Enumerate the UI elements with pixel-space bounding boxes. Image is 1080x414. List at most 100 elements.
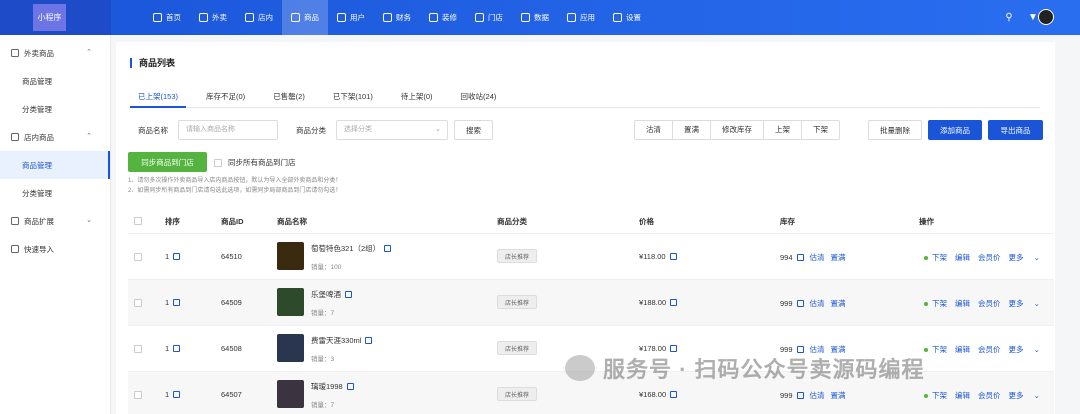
category-tag: 店长推荐 [497, 341, 537, 355]
nav-item-5[interactable]: 财务 [374, 0, 420, 35]
tab-3[interactable]: 已下架(101) [325, 86, 381, 108]
sidebar-item-instore-categories[interactable]: 分类管理 [0, 179, 110, 207]
tab-4[interactable]: 待上架(0) [393, 86, 441, 108]
fill-stock-link[interactable]: 置满 [831, 391, 846, 400]
edit-icon[interactable] [384, 245, 392, 252]
takeout-icon [11, 49, 19, 57]
more-link[interactable]: 更多 ⌄ [1009, 390, 1048, 401]
user-avatar[interactable] [1038, 9, 1054, 25]
edit-icon[interactable] [173, 391, 181, 398]
edit-icon[interactable] [796, 300, 804, 307]
product-name-text: 璃瑷1998 [311, 382, 343, 391]
nav-item-10[interactable]: 设置 [604, 0, 650, 35]
sidebar-group-quick-import[interactable]: 快速导入 [0, 235, 110, 263]
member-price-link[interactable]: 会员价 [978, 390, 1001, 401]
export-product-button[interactable]: 导出商品 [988, 120, 1043, 140]
header-category: 商品分类 [497, 217, 527, 226]
category-select[interactable]: 选择分类 ⌄ [336, 120, 448, 140]
sidebar-group-takeout[interactable]: 外卖商品 ⌃ [0, 39, 110, 67]
fill-stock-link[interactable]: 置满 [831, 299, 846, 308]
unlist-link[interactable]: 下架 [932, 390, 947, 401]
product-name-text: 费雷天涯330ml [311, 336, 362, 345]
nav-item-3[interactable]: 商品 [282, 0, 328, 35]
row-checkbox[interactable] [134, 299, 142, 307]
stock-action-button[interactable]: 修改库存 [711, 121, 764, 139]
edit-icon[interactable] [173, 299, 181, 306]
product-name: 费雷天涯330ml [311, 335, 373, 346]
stock-action-button[interactable]: 上架 [764, 121, 802, 139]
edit-icon[interactable] [796, 392, 804, 399]
search-button[interactable]: 搜索 [454, 120, 493, 140]
edit-icon[interactable] [670, 391, 678, 398]
unlist-link[interactable]: 下架 [932, 298, 947, 309]
stock-action-button[interactable]: 下架 [802, 121, 839, 139]
nav-item-8[interactable]: 数据 [512, 0, 558, 35]
unlist-link[interactable]: 下架 [932, 252, 947, 263]
edit-link[interactable]: 编辑 [955, 390, 970, 401]
row-checkbox[interactable] [134, 253, 142, 261]
tab-0[interactable]: 已上架(153) [130, 86, 187, 108]
more-link[interactable]: 更多 ⌄ [1009, 252, 1048, 263]
add-product-button[interactable]: 添加商品 [928, 120, 982, 140]
sold-out-link[interactable]: 估清 [810, 253, 825, 262]
nav-item-6[interactable]: 装修 [420, 0, 466, 35]
more-link[interactable]: 更多 ⌄ [1009, 344, 1048, 355]
stock-cell: 994 估清 置满 [780, 252, 846, 263]
bell-icon[interactable]: ▼ [1028, 12, 1038, 23]
fill-stock-link[interactable]: 置满 [831, 253, 846, 262]
edit-icon[interactable] [669, 253, 677, 260]
tab-2[interactable]: 已售罄(2) [265, 86, 313, 108]
app-logo[interactable]: 小程序 [33, 4, 66, 31]
edit-icon[interactable] [670, 345, 678, 352]
main-nav: 首页 外卖 店内 商品 用户 财务 装修 门店 数据 应用 设置 [144, 0, 650, 35]
sidebar-item-instore-products[interactable]: 商品管理 [0, 151, 110, 179]
sidebar-item-takeout-categories[interactable]: 分类管理 [0, 95, 110, 123]
sync-all-checkbox[interactable]: 同步所有商品到门店 [214, 157, 296, 168]
sidebar-item-takeout-products[interactable]: 商品管理 [0, 67, 110, 95]
edit-link[interactable]: 编辑 [955, 344, 970, 355]
nav-item-1[interactable]: 外卖 [190, 0, 236, 35]
member-price-link[interactable]: 会员价 [978, 344, 1001, 355]
stock-action-button[interactable]: 沽清 [635, 121, 673, 139]
row-actions: 下架 编辑 会员价 更多 ⌄ [924, 344, 1056, 355]
edit-icon[interactable] [670, 299, 678, 306]
sort-cell: 1 [165, 390, 181, 399]
sold-out-link[interactable]: 估清 [810, 391, 825, 400]
member-price-link[interactable]: 会员价 [978, 252, 1001, 263]
product-name-text: 乐堡啤酒 [311, 290, 341, 299]
nav-item-7[interactable]: 门店 [466, 0, 512, 35]
edit-icon[interactable] [796, 254, 804, 261]
edit-icon[interactable] [365, 337, 373, 344]
sidebar-group-instore[interactable]: 店内商品 ⌃ [0, 123, 110, 151]
unlist-link[interactable]: 下架 [932, 344, 947, 355]
chevron-down-icon: ⌄ [1033, 299, 1040, 308]
batch-delete-button[interactable]: 批量删除 [868, 120, 922, 140]
product-name-input[interactable]: 请输入商品名称 [178, 120, 278, 140]
nav-item-4[interactable]: 用户 [328, 0, 374, 35]
search-icon[interactable]: ⚲ [1004, 12, 1014, 23]
select-all-checkbox[interactable] [134, 217, 142, 225]
edit-icon[interactable] [345, 291, 352, 298]
tab-1[interactable]: 库存不足(0) [198, 86, 253, 108]
sync-to-store-button[interactable]: 同步商品到门店 [128, 152, 207, 172]
checkbox[interactable] [214, 158, 222, 167]
edit-icon[interactable] [173, 253, 181, 260]
edit-link[interactable]: 编辑 [955, 298, 970, 309]
store-icon [11, 133, 19, 141]
row-checkbox[interactable] [134, 391, 142, 399]
tab-5[interactable]: 回收站(24) [453, 86, 505, 108]
nav-item-2[interactable]: 店内 [236, 0, 282, 35]
nav-item-9[interactable]: 应用 [558, 0, 604, 35]
edit-link[interactable]: 编辑 [955, 252, 970, 263]
more-link[interactable]: 更多 ⌄ [1009, 298, 1048, 309]
member-price-link[interactable]: 会员价 [978, 298, 1001, 309]
sidebar-group-extension[interactable]: 商品扩展 ⌄ [0, 207, 110, 235]
product-thumbnail [277, 334, 304, 362]
edit-icon[interactable] [346, 383, 354, 390]
sold-out-link[interactable]: 估清 [810, 299, 825, 308]
row-checkbox[interactable] [134, 345, 142, 353]
table-row: 1 64510 萄萄特色321（2组） 销量：100 店长推荐 ¥118.00 994 估清置… [128, 234, 1054, 280]
nav-item-0[interactable]: 首页 [144, 0, 190, 35]
stock-action-button[interactable]: 置满 [673, 121, 711, 139]
edit-icon[interactable] [173, 345, 181, 352]
